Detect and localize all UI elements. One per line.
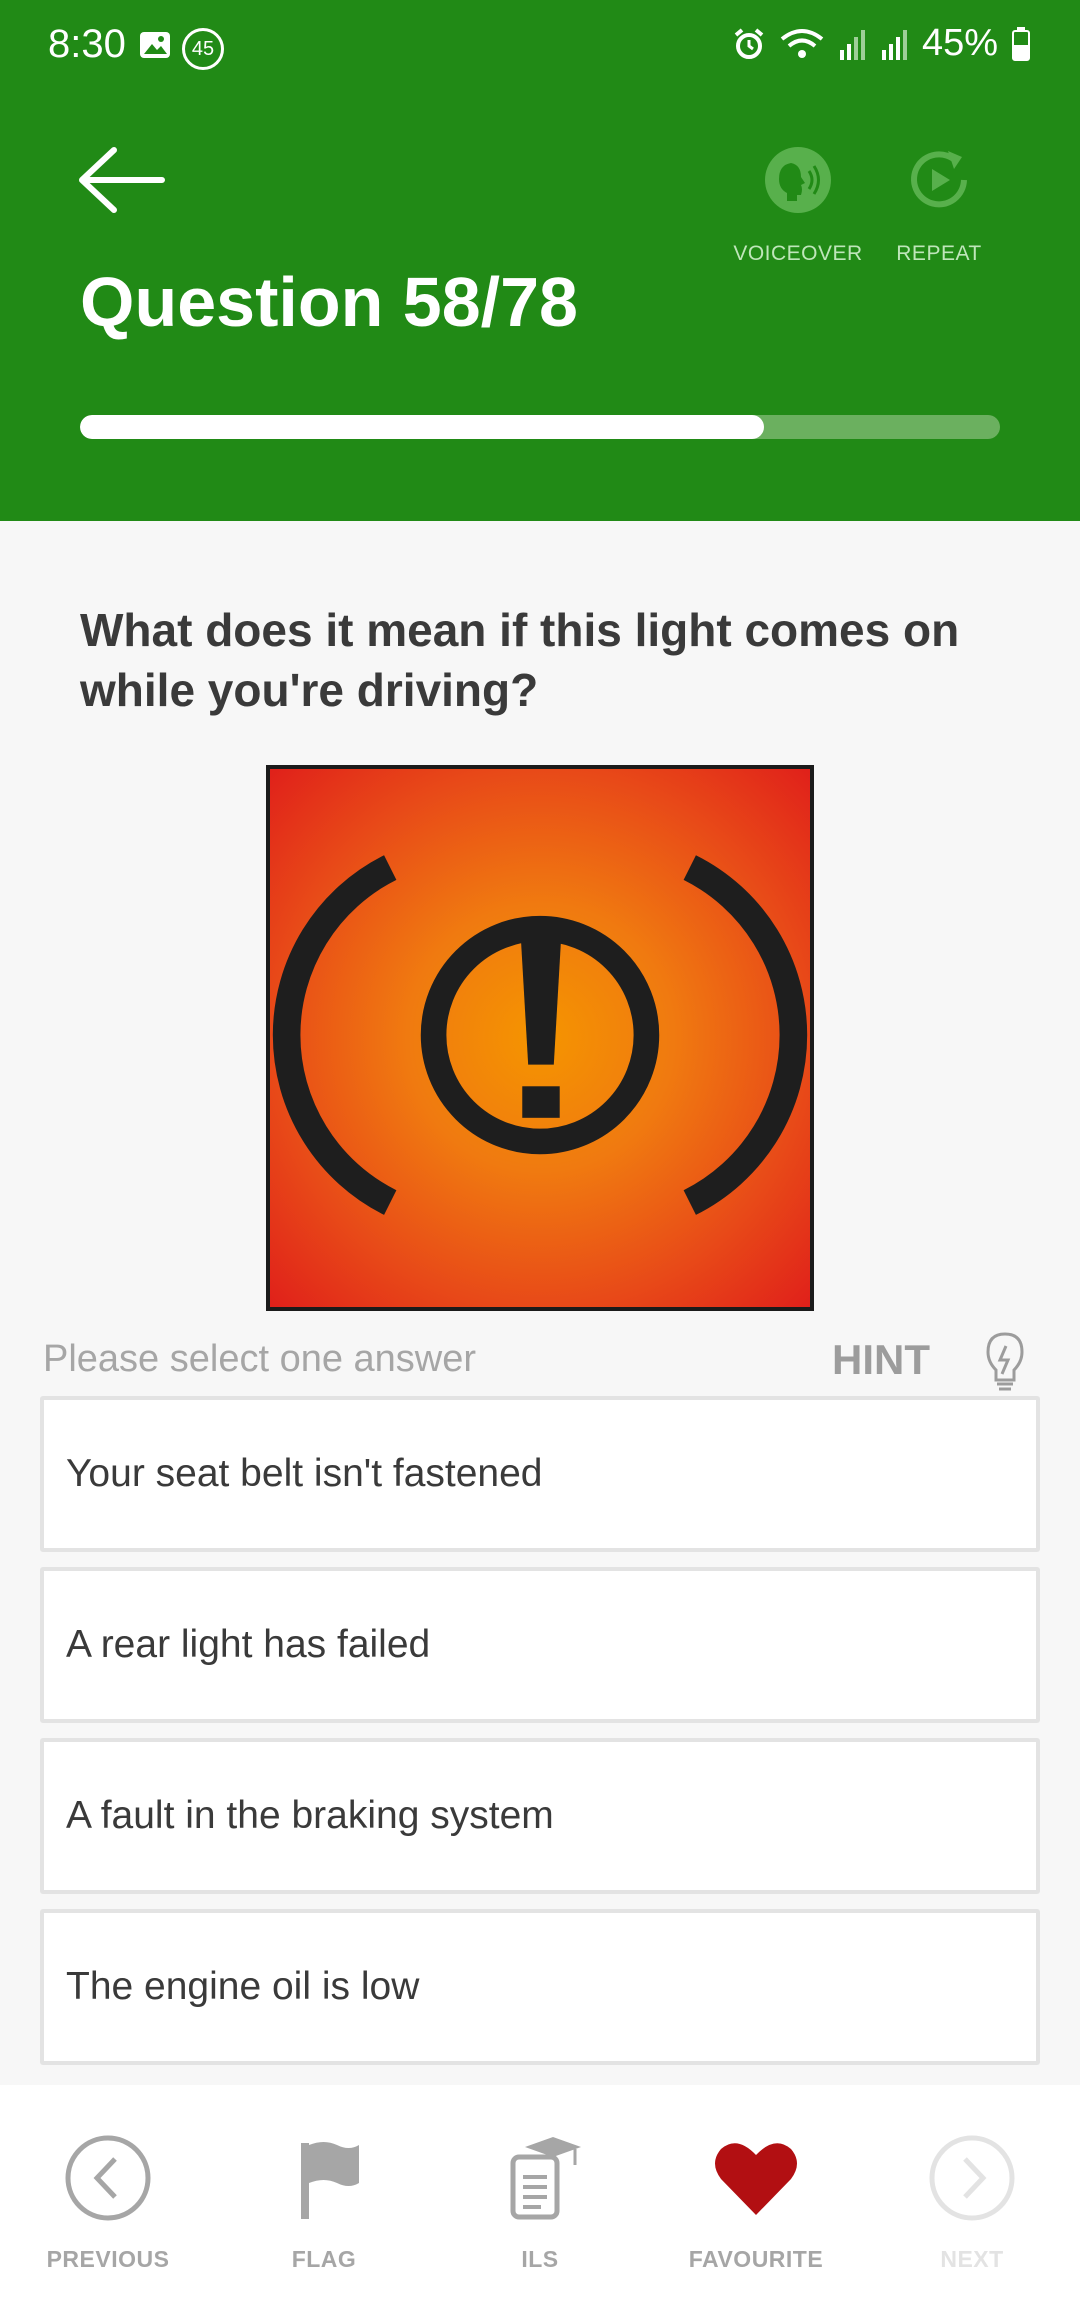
lightbulb-icon[interactable] — [982, 1330, 1028, 1396]
page-title: Question 58/78 — [80, 263, 578, 341]
header: 8:30 45 45% VOICEOVER REPEAT Question 58… — [0, 0, 1080, 521]
answer-option-label: A fault in the braking system — [66, 1794, 554, 1837]
answer-option-label: Your seat belt isn't fastened — [66, 1452, 543, 1495]
heart-icon — [715, 2143, 797, 2215]
repeat-icon — [911, 151, 967, 208]
back-arrow-icon[interactable] — [78, 145, 166, 215]
flag-button[interactable]: FLAG — [244, 2133, 404, 2273]
answer-option-label: The engine oil is low — [66, 1965, 420, 2008]
previous-label: PREVIOUS — [46, 2246, 170, 2272]
chevron-left-circle-icon — [65, 2135, 151, 2221]
status-right: 45% — [732, 22, 1030, 65]
repeat-label: REPEAT — [896, 242, 982, 265]
bottom-nav: PREVIOUS FLAG ILS FAVOURITE NEXT — [0, 2085, 1080, 2316]
flag-icon — [301, 2142, 359, 2219]
flag-label: FLAG — [291, 2246, 357, 2272]
question-text: What does it mean if this light comes on… — [80, 604, 960, 716]
repeat-button[interactable]: REPEAT — [874, 145, 1004, 266]
next-button[interactable]: NEXT — [892, 2133, 1052, 2273]
answer-option-3[interactable]: A fault in the braking system — [40, 1738, 1040, 1894]
answer-option-4[interactable]: The engine oil is low — [40, 1909, 1040, 2065]
favourite-label: FAVOURITE — [688, 2246, 824, 2272]
voiceover-button[interactable]: VOICEOVER — [733, 145, 863, 266]
answer-option-2[interactable]: A rear light has failed — [40, 1567, 1040, 1723]
select-prompt: Please select one answer — [43, 1338, 477, 1380]
favourite-button[interactable]: FAVOURITE — [676, 2133, 836, 2273]
wifi-icon — [780, 28, 824, 58]
chevron-right-circle-icon — [929, 2135, 1015, 2221]
signal-icon — [839, 29, 865, 60]
image-icon — [140, 32, 170, 58]
ils-label: ILS — [521, 2246, 559, 2272]
answer-option-label: A rear light has failed — [66, 1623, 431, 1666]
voiceover-label: VOICEOVER — [733, 242, 863, 265]
hint-button[interactable]: HINT — [832, 1336, 930, 1384]
brake-warning-light-icon — [266, 765, 814, 1311]
previous-button[interactable]: PREVIOUS — [28, 2133, 188, 2273]
notification-count-badge: 45 — [182, 28, 224, 70]
progress-bar — [80, 415, 1000, 439]
answer-option-1[interactable]: Your seat belt isn't fastened — [40, 1396, 1040, 1552]
battery-icon — [1012, 26, 1030, 61]
study-book-icon — [510, 2137, 581, 2220]
ils-button[interactable]: ILS — [460, 2133, 620, 2273]
next-label: NEXT — [940, 2246, 1004, 2272]
status-time: 8:30 — [48, 22, 126, 66]
voiceover-icon — [765, 147, 831, 213]
battery-percent: 45% — [921, 22, 998, 64]
status-bar: 8:30 45 45% — [0, 0, 1080, 96]
progress-fill — [80, 415, 765, 439]
alarm-icon — [734, 27, 764, 59]
signal-icon — [881, 29, 907, 60]
